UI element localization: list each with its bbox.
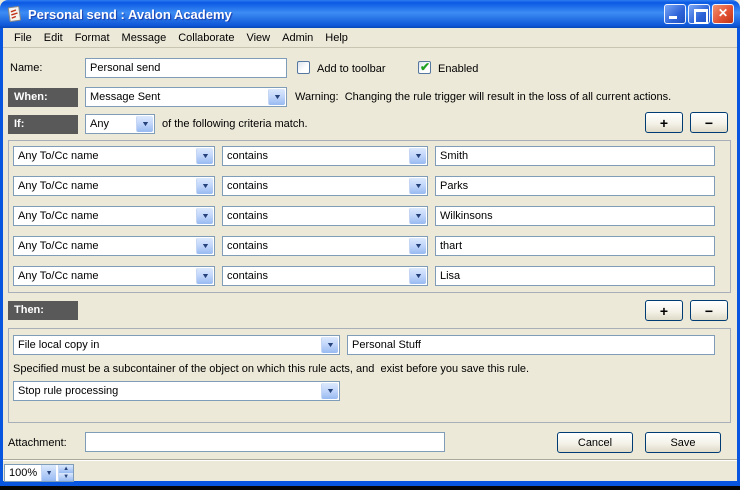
add-criterion-button[interactable]: + [645,112,683,133]
menu-admin[interactable]: Admin [276,30,319,46]
rule-name-input[interactable] [85,58,287,78]
menu-edit[interactable]: Edit [38,30,69,46]
if-section-label: If: [8,115,78,134]
criterion-value-input[interactable] [435,176,715,196]
attachment-label: Attachment: [8,437,67,449]
spinner-up-icon[interactable]: ▲ [59,465,73,473]
if-suffix-text: of the following criteria match. [162,118,308,130]
criterion-field-value: Any To/Cc name [14,147,195,165]
criterion-field-dropdown[interactable]: Any To/Cc name [13,206,215,226]
post-action-dropdown[interactable]: Stop rule processing [13,381,340,401]
menu-help[interactable]: Help [319,30,354,46]
save-button[interactable]: Save [645,432,721,453]
chevron-down-icon[interactable] [409,148,426,164]
action-type-value: File local copy in [14,336,320,354]
criterion-value-input[interactable] [435,206,715,226]
criterion-operator-dropdown[interactable]: contains [222,146,428,166]
criterion-field-value: Any To/Cc name [14,267,195,285]
chevron-down-icon[interactable] [321,337,338,353]
trigger-warning-text: Warning: Changing the rule trigger will … [295,91,671,103]
criterion-operator-dropdown[interactable]: contains [222,236,428,256]
chevron-down-icon[interactable] [409,208,426,224]
criterion-field-dropdown[interactable]: Any To/Cc name [13,236,215,256]
chevron-down-icon[interactable] [41,465,56,481]
criterion-operator-dropdown[interactable]: contains [222,206,428,226]
maximize-button[interactable] [688,4,710,24]
add-action-button[interactable]: + [645,300,683,321]
remove-criterion-button[interactable]: − [690,112,728,133]
zoom-control[interactable]: 100% ▲ ▼ [4,464,74,482]
criterion-value-input[interactable] [435,146,715,166]
criterion-operator-dropdown[interactable]: contains [222,266,428,286]
criterion-field-dropdown[interactable]: Any To/Cc name [13,146,215,166]
action-target-input[interactable] [347,335,715,355]
window-border-left [0,28,3,481]
trigger-dropdown[interactable]: Message Sent [85,87,287,107]
match-type-dropdown[interactable]: Any [85,114,155,134]
menu-collaborate[interactable]: Collaborate [172,30,240,46]
close-button[interactable] [712,4,734,24]
match-type-value: Any [86,115,135,133]
window-border-bottom [0,481,740,486]
menu-file[interactable]: File [8,30,38,46]
chevron-down-icon[interactable] [196,268,213,284]
zoom-spinner[interactable]: ▲ ▼ [58,465,73,481]
criterion-operator-value: contains [223,207,408,225]
action-note-text: Specified must be a subcontainer of the … [13,363,529,375]
add-to-toolbar-label: Add to toolbar [317,63,386,75]
enabled-label: Enabled [438,63,478,75]
criterion-value-input[interactable] [435,236,715,256]
criterion-operator-value: contains [223,267,408,285]
zoom-level-value: 100% [5,465,41,481]
chevron-down-icon[interactable] [136,116,153,132]
add-to-toolbar-checkbox[interactable] [297,61,310,74]
chevron-down-icon[interactable] [196,148,213,164]
rule-editor-window: Personal send : Avalon Academy File Edit… [0,0,740,486]
app-icon [6,6,23,23]
when-section-label: When: [8,88,78,107]
criterion-operator-value: contains [223,177,408,195]
action-type-dropdown[interactable]: File local copy in [13,335,340,355]
criterion-operator-dropdown[interactable]: contains [222,176,428,196]
window-title: Personal send : Avalon Academy [28,7,664,22]
remove-action-button[interactable]: − [690,300,728,321]
menu-message[interactable]: Message [116,30,173,46]
menu-bar: File Edit Format Message Collaborate Vie… [3,28,737,48]
spinner-down-icon[interactable]: ▼ [59,473,73,481]
post-action-value: Stop rule processing [14,382,320,400]
criterion-field-dropdown[interactable]: Any To/Cc name [13,176,215,196]
criterion-value-input[interactable] [435,266,715,286]
trigger-value: Message Sent [86,88,267,106]
chevron-down-icon[interactable] [409,268,426,284]
chevron-down-icon[interactable] [196,178,213,194]
name-label: Name: [10,62,42,74]
criterion-field-value: Any To/Cc name [14,177,195,195]
title-bar: Personal send : Avalon Academy [0,0,740,28]
cancel-button[interactable]: Cancel [557,432,633,453]
then-section-label: Then: [8,301,78,320]
menu-view[interactable]: View [240,30,276,46]
chevron-down-icon[interactable] [409,238,426,254]
attachment-input[interactable] [85,432,445,452]
chevron-down-icon[interactable] [268,89,285,105]
criterion-operator-value: contains [223,237,408,255]
enabled-checkbox[interactable] [418,61,431,74]
criterion-operator-value: contains [223,147,408,165]
criterion-field-dropdown[interactable]: Any To/Cc name [13,266,215,286]
chevron-down-icon[interactable] [321,383,338,399]
chevron-down-icon[interactable] [409,178,426,194]
statusbar-separator-highlight [3,460,737,461]
criterion-field-value: Any To/Cc name [14,237,195,255]
chevron-down-icon[interactable] [196,208,213,224]
menu-format[interactable]: Format [69,30,116,46]
criterion-field-value: Any To/Cc name [14,207,195,225]
chevron-down-icon[interactable] [196,238,213,254]
minimize-button[interactable] [664,4,686,24]
